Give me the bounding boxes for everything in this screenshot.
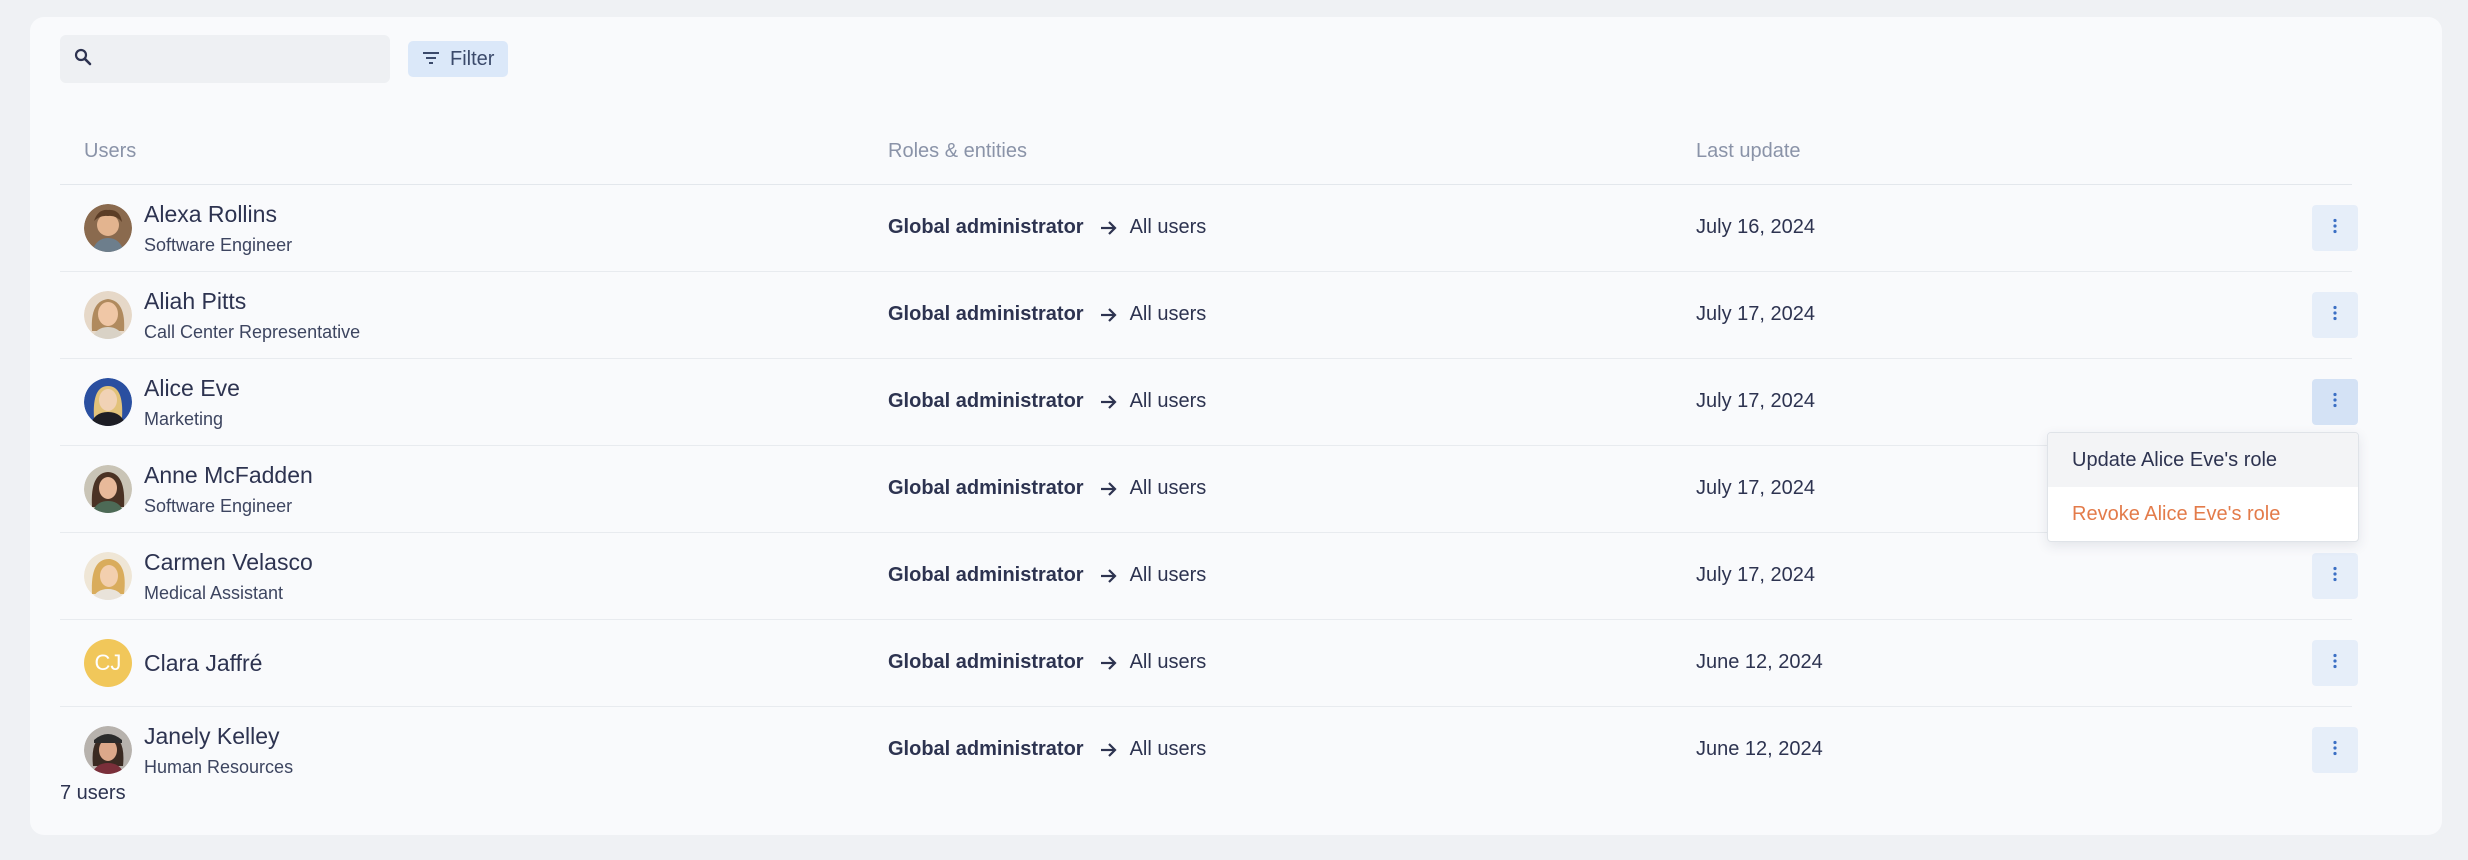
role-name: Global administrator — [888, 390, 1084, 412]
user-title: Software Engineer — [144, 496, 293, 516]
search-box[interactable] — [60, 35, 390, 83]
last-update-date: July 17, 2024 — [1696, 564, 1815, 586]
last-update-date: June 12, 2024 — [1696, 651, 1823, 673]
more-vertical-icon — [2332, 740, 2338, 761]
role-name: Global administrator — [888, 216, 1084, 238]
role-assignment: Global administrator All users — [888, 738, 1206, 761]
role-name: Global administrator — [888, 303, 1084, 325]
update-role-menu-item[interactable]: Update Alice Eve's role — [2048, 433, 2358, 487]
role-entity: All users — [1129, 738, 1207, 760]
row-actions-button[interactable] — [2312, 292, 2358, 338]
arrow-right-icon — [1100, 307, 1118, 323]
role-name: Global administrator — [888, 477, 1084, 499]
filter-button[interactable]: Filter — [408, 41, 509, 77]
row-actions-menu: Update Alice Eve's role Revoke Alice Eve… — [2047, 432, 2359, 542]
user-title: Software Engineer — [144, 235, 293, 255]
role-assignment: Global administrator All users — [888, 390, 1206, 413]
table-row[interactable]: CJ Clara Jaffré Global administrator All… — [60, 620, 2358, 707]
more-vertical-icon — [2332, 392, 2338, 413]
row-actions-button[interactable] — [2312, 727, 2358, 773]
avatar — [84, 465, 132, 513]
column-header-users[interactable]: Users — [84, 140, 136, 163]
table-row[interactable]: Alexa Rollins Software Engineer Global a… — [60, 185, 2358, 272]
last-update-date: July 17, 2024 — [1696, 390, 1815, 412]
role-assignment: Global administrator All users — [888, 477, 1206, 500]
user-name: Alexa Rollins — [144, 201, 277, 227]
last-update-date: July 17, 2024 — [1696, 303, 1815, 325]
table-row[interactable]: Anne McFadden Software Engineer Global a… — [60, 446, 2352, 533]
last-update-date: July 16, 2024 — [1696, 216, 1815, 238]
role-entity: All users — [1129, 477, 1207, 499]
role-entity: All users — [1129, 390, 1207, 412]
arrow-right-icon — [1100, 220, 1118, 236]
more-vertical-icon — [2332, 218, 2338, 239]
role-name: Global administrator — [888, 564, 1084, 586]
arrow-right-icon — [1100, 481, 1118, 497]
arrow-right-icon — [1100, 394, 1118, 410]
role-entity: All users — [1129, 303, 1207, 325]
user-count: 7 users — [60, 782, 126, 804]
filter-label: Filter — [450, 47, 495, 70]
role-entity: All users — [1129, 564, 1207, 586]
last-update-date: June 12, 2024 — [1696, 738, 1823, 760]
arrow-right-icon — [1100, 742, 1118, 758]
user-name: Clara Jaffré — [144, 650, 263, 676]
table-row[interactable]: Aliah Pitts Call Center Representative G… — [60, 272, 2358, 359]
avatar — [84, 552, 132, 600]
avatar — [84, 291, 132, 339]
avatar: CJ — [84, 639, 132, 687]
user-title: Call Center Representative — [144, 322, 361, 342]
avatar — [84, 378, 132, 426]
search-input[interactable] — [102, 38, 386, 80]
toolbar: Filter — [60, 35, 509, 83]
last-update-date: July 17, 2024 — [1696, 477, 1815, 499]
avatar — [84, 204, 132, 252]
user-name: Carmen Velasco — [144, 549, 313, 575]
user-name: Anne McFadden — [144, 462, 313, 488]
row-actions-button[interactable] — [2312, 379, 2358, 425]
more-vertical-icon — [2332, 305, 2338, 326]
table-row[interactable]: Carmen Velasco Medical Assistant Global … — [60, 533, 2358, 620]
users-table: Alexa Rollins Software Engineer Global a… — [60, 185, 2358, 793]
user-name: Alice Eve — [144, 375, 240, 401]
arrow-right-icon — [1100, 655, 1118, 671]
more-vertical-icon — [2332, 566, 2338, 587]
revoke-role-menu-item[interactable]: Revoke Alice Eve's role — [2048, 487, 2358, 541]
role-assignment: Global administrator All users — [888, 303, 1206, 326]
table-row[interactable]: Alice Eve Marketing Global administrator… — [60, 359, 2358, 446]
table-header: Users Roles & entities Last update — [60, 124, 2352, 185]
user-name: Aliah Pitts — [144, 288, 247, 314]
role-assignment: Global administrator All users — [888, 564, 1206, 587]
user-title: Marketing — [144, 409, 224, 429]
arrow-right-icon — [1100, 568, 1118, 584]
search-icon — [74, 48, 92, 71]
role-entity: All users — [1129, 216, 1207, 238]
row-actions-button[interactable] — [2312, 640, 2358, 686]
user-name: Janely Kelley — [144, 723, 280, 749]
column-header-last-update[interactable]: Last update — [1696, 140, 1801, 163]
role-entity: All users — [1129, 651, 1207, 673]
role-assignment: Global administrator All users — [888, 651, 1206, 674]
user-title: Medical Assistant — [144, 583, 284, 603]
filter-icon — [422, 48, 440, 71]
column-header-roles[interactable]: Roles & entities — [888, 140, 1027, 163]
table-row[interactable]: Janely Kelley Human Resources Global adm… — [60, 707, 2358, 793]
more-vertical-icon — [2332, 653, 2338, 674]
user-title: Human Resources — [144, 757, 294, 777]
role-name: Global administrator — [888, 651, 1084, 673]
role-name: Global administrator — [888, 738, 1084, 760]
row-actions-button[interactable] — [2312, 205, 2358, 251]
role-assignment: Global administrator All users — [888, 216, 1206, 239]
row-actions-button[interactable] — [2312, 553, 2358, 599]
avatar — [84, 726, 132, 774]
